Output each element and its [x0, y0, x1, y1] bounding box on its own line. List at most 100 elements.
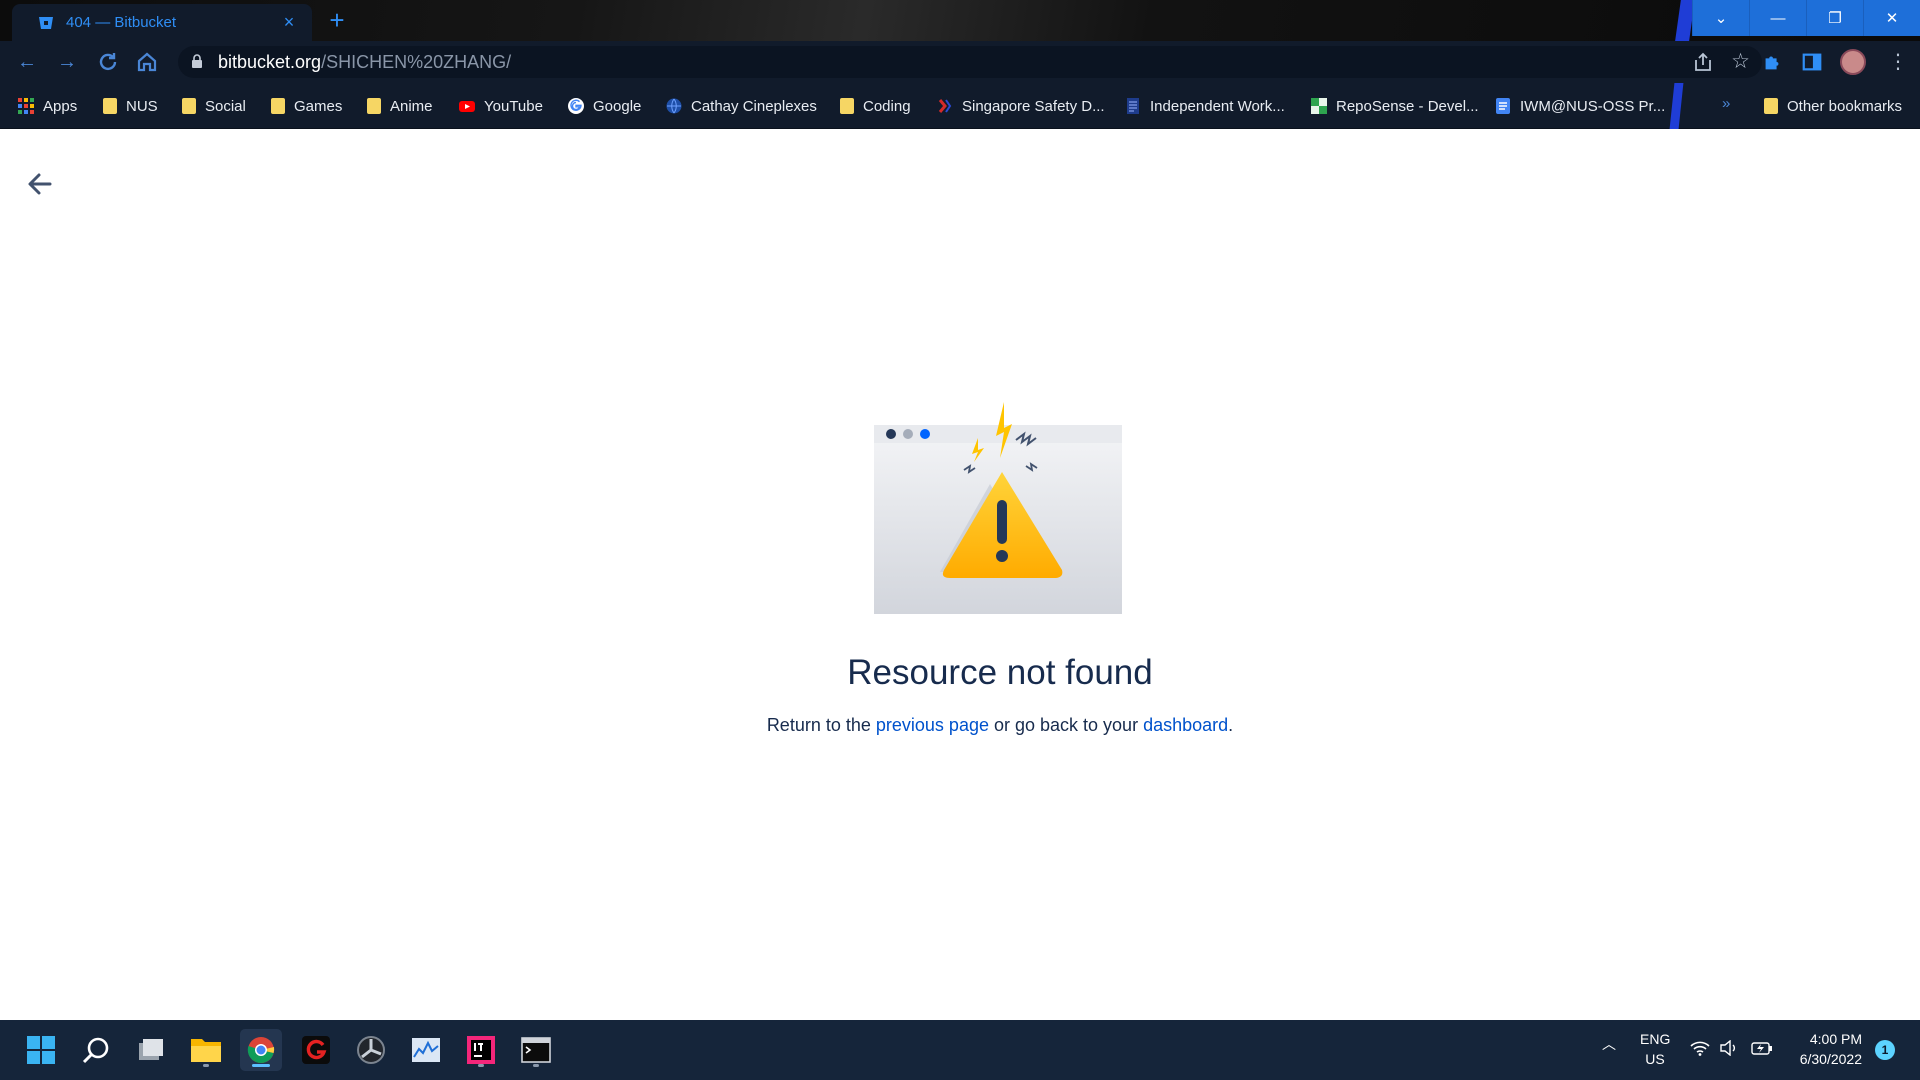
start-button[interactable] — [20, 1029, 62, 1071]
bookmark-folder-coding[interactable]: Coding — [840, 95, 911, 117]
bookmark-label: NUS — [126, 97, 158, 115]
bookmark-other-bookmarks[interactable]: Other bookmarks — [1764, 95, 1902, 117]
window-controls: ⌄ — ❐ ✕ — [1692, 0, 1920, 36]
google-icon — [568, 98, 584, 114]
reposense-icon — [1311, 98, 1327, 114]
bookmark-youtube[interactable]: YouTube — [459, 95, 543, 117]
monitor-graph-icon — [412, 1038, 440, 1062]
bookmark-folder-games[interactable]: Games — [271, 95, 342, 117]
previous-page-link[interactable]: previous page — [876, 715, 989, 735]
intellij-icon — [467, 1036, 495, 1064]
active-indicator — [252, 1064, 270, 1067]
task-view-button[interactable] — [130, 1029, 172, 1071]
bookmark-star-icon[interactable]: ☆ — [1731, 49, 1750, 74]
tab-close-icon[interactable]: × — [278, 12, 300, 33]
running-indicator — [478, 1064, 484, 1067]
bookmark-cathay[interactable]: Cathay Cineplexes — [666, 95, 817, 117]
battery-charging-icon[interactable] — [1751, 1040, 1773, 1056]
side-panel-icon[interactable] — [1800, 51, 1824, 73]
input-language[interactable]: ENG US — [1640, 1029, 1670, 1069]
resource-monitor-button[interactable] — [405, 1029, 447, 1071]
show-hidden-icons-chevron-up-icon[interactable]: ︿ — [1602, 1034, 1616, 1054]
folder-icon — [271, 98, 285, 114]
url-text: bitbucket.org/SHICHEN%20ZHANG/ — [218, 52, 511, 73]
search-icon — [82, 1037, 109, 1064]
menu-kebab-icon[interactable]: ⋮ — [1886, 51, 1910, 73]
folder-icon — [1764, 98, 1778, 114]
file-explorer-button[interactable] — [185, 1029, 227, 1071]
docs-icon — [1496, 98, 1510, 114]
dashboard-link[interactable]: dashboard — [1143, 715, 1228, 735]
tab-bitbucket[interactable]: 404 — Bitbucket × — [12, 4, 312, 41]
globe-icon — [666, 98, 682, 114]
task-view-icon — [139, 1039, 163, 1060]
warning-illustration — [874, 402, 1122, 614]
search-button[interactable] — [75, 1029, 117, 1071]
message-suffix: . — [1228, 715, 1234, 735]
bookmark-label: Social — [205, 97, 246, 115]
notification-badge[interactable]: 1 — [1875, 1040, 1895, 1060]
terminal-button[interactable] — [515, 1029, 557, 1071]
reload-icon[interactable] — [95, 50, 121, 74]
fan-icon — [357, 1036, 385, 1064]
intellij-button[interactable] — [460, 1029, 502, 1071]
url-host: bitbucket.org — [218, 52, 322, 72]
back-arrow-icon[interactable] — [24, 168, 56, 200]
youtube-icon — [459, 101, 475, 112]
fan-control-button[interactable] — [350, 1029, 392, 1071]
site-icon — [938, 99, 952, 113]
share-icon[interactable] — [1692, 52, 1714, 72]
bookmark-folder-social[interactable]: Social — [182, 95, 246, 117]
clock-time: 4:00 PM — [1809, 1031, 1862, 1047]
windows-taskbar: ︿ ENG US 4:00 PM 6/30/2022 1 — [0, 1020, 1920, 1080]
volume-icon[interactable] — [1719, 1040, 1739, 1056]
lang-code: ENG — [1640, 1031, 1671, 1047]
folder-icon — [367, 98, 381, 114]
bookmark-reposense[interactable]: RepoSense - Devel... — [1311, 95, 1479, 117]
message-prefix: Return to the — [766, 715, 876, 735]
bookmark-folder-nus[interactable]: NUS — [103, 95, 158, 117]
forward-icon[interactable]: → — [54, 50, 80, 74]
lock-icon — [192, 54, 202, 68]
home-icon[interactable] — [134, 50, 160, 74]
system-clock[interactable]: 4:00 PM 6/30/2022 — [1782, 1029, 1862, 1069]
bookmarks-bar: Apps NUS Social Games Anime YouTube Goog… — [0, 83, 1920, 129]
bookmark-folder-anime[interactable]: Anime — [367, 95, 433, 117]
apps-grid-icon — [18, 98, 34, 114]
close-window-button[interactable]: ✕ — [1863, 0, 1920, 36]
browser-tab-strip: 404 — Bitbucket × + ⌄ — ❐ ✕ — [0, 0, 1920, 41]
url-path: /SHICHEN%20ZHANG/ — [321, 52, 512, 72]
chrome-button[interactable] — [240, 1029, 282, 1071]
bookmark-apps[interactable]: Apps — [18, 95, 77, 117]
bitbucket-icon — [39, 16, 53, 29]
wifi-icon[interactable] — [1690, 1040, 1710, 1056]
bookmarks-overflow-chevron-icon[interactable]: » — [1722, 95, 1730, 112]
new-tab-button[interactable]: + — [322, 6, 352, 36]
extensions-puzzle-icon[interactable] — [1760, 51, 1784, 73]
bookmark-label: IWM@NUS-OSS Pr... — [1520, 97, 1666, 115]
restore-button[interactable]: ❐ — [1806, 0, 1863, 36]
bookmark-label: Independent Work... — [1150, 97, 1285, 115]
running-indicator — [533, 1064, 539, 1067]
minimize-button[interactable]: — — [1749, 0, 1806, 36]
profile-avatar[interactable] — [1840, 49, 1866, 75]
folder-icon — [182, 98, 196, 114]
back-icon[interactable]: ← — [14, 50, 40, 74]
bookmark-label: RepoSense - Devel... — [1336, 97, 1479, 115]
bookmark-label: Singapore Safety D... — [962, 97, 1105, 115]
bookmark-independent-work[interactable]: Independent Work... — [1125, 95, 1285, 117]
bookmark-label: Other bookmarks — [1787, 97, 1903, 115]
bookmark-iwm-nus-oss[interactable]: IWM@NUS-OSS Pr... — [1495, 95, 1665, 117]
bookmark-google[interactable]: Google — [568, 95, 641, 117]
clock-date: 6/30/2022 — [1799, 1051, 1862, 1067]
bookmark-label: Cathay Cineplexes — [691, 97, 817, 115]
bookmark-label: Games — [294, 97, 343, 115]
folder-icon — [840, 98, 854, 114]
tab-search-chevron-down-icon[interactable]: ⌄ — [1692, 0, 1749, 36]
garena-button[interactable] — [295, 1029, 337, 1071]
doc-icon — [1127, 98, 1139, 114]
chrome-icon — [247, 1037, 275, 1064]
address-bar[interactable]: bitbucket.org/SHICHEN%20ZHANG/ ☆ — [178, 46, 1762, 78]
bookmark-singapore-safety[interactable]: Singapore Safety D... — [937, 95, 1105, 117]
bookmark-label: Apps — [43, 97, 78, 115]
